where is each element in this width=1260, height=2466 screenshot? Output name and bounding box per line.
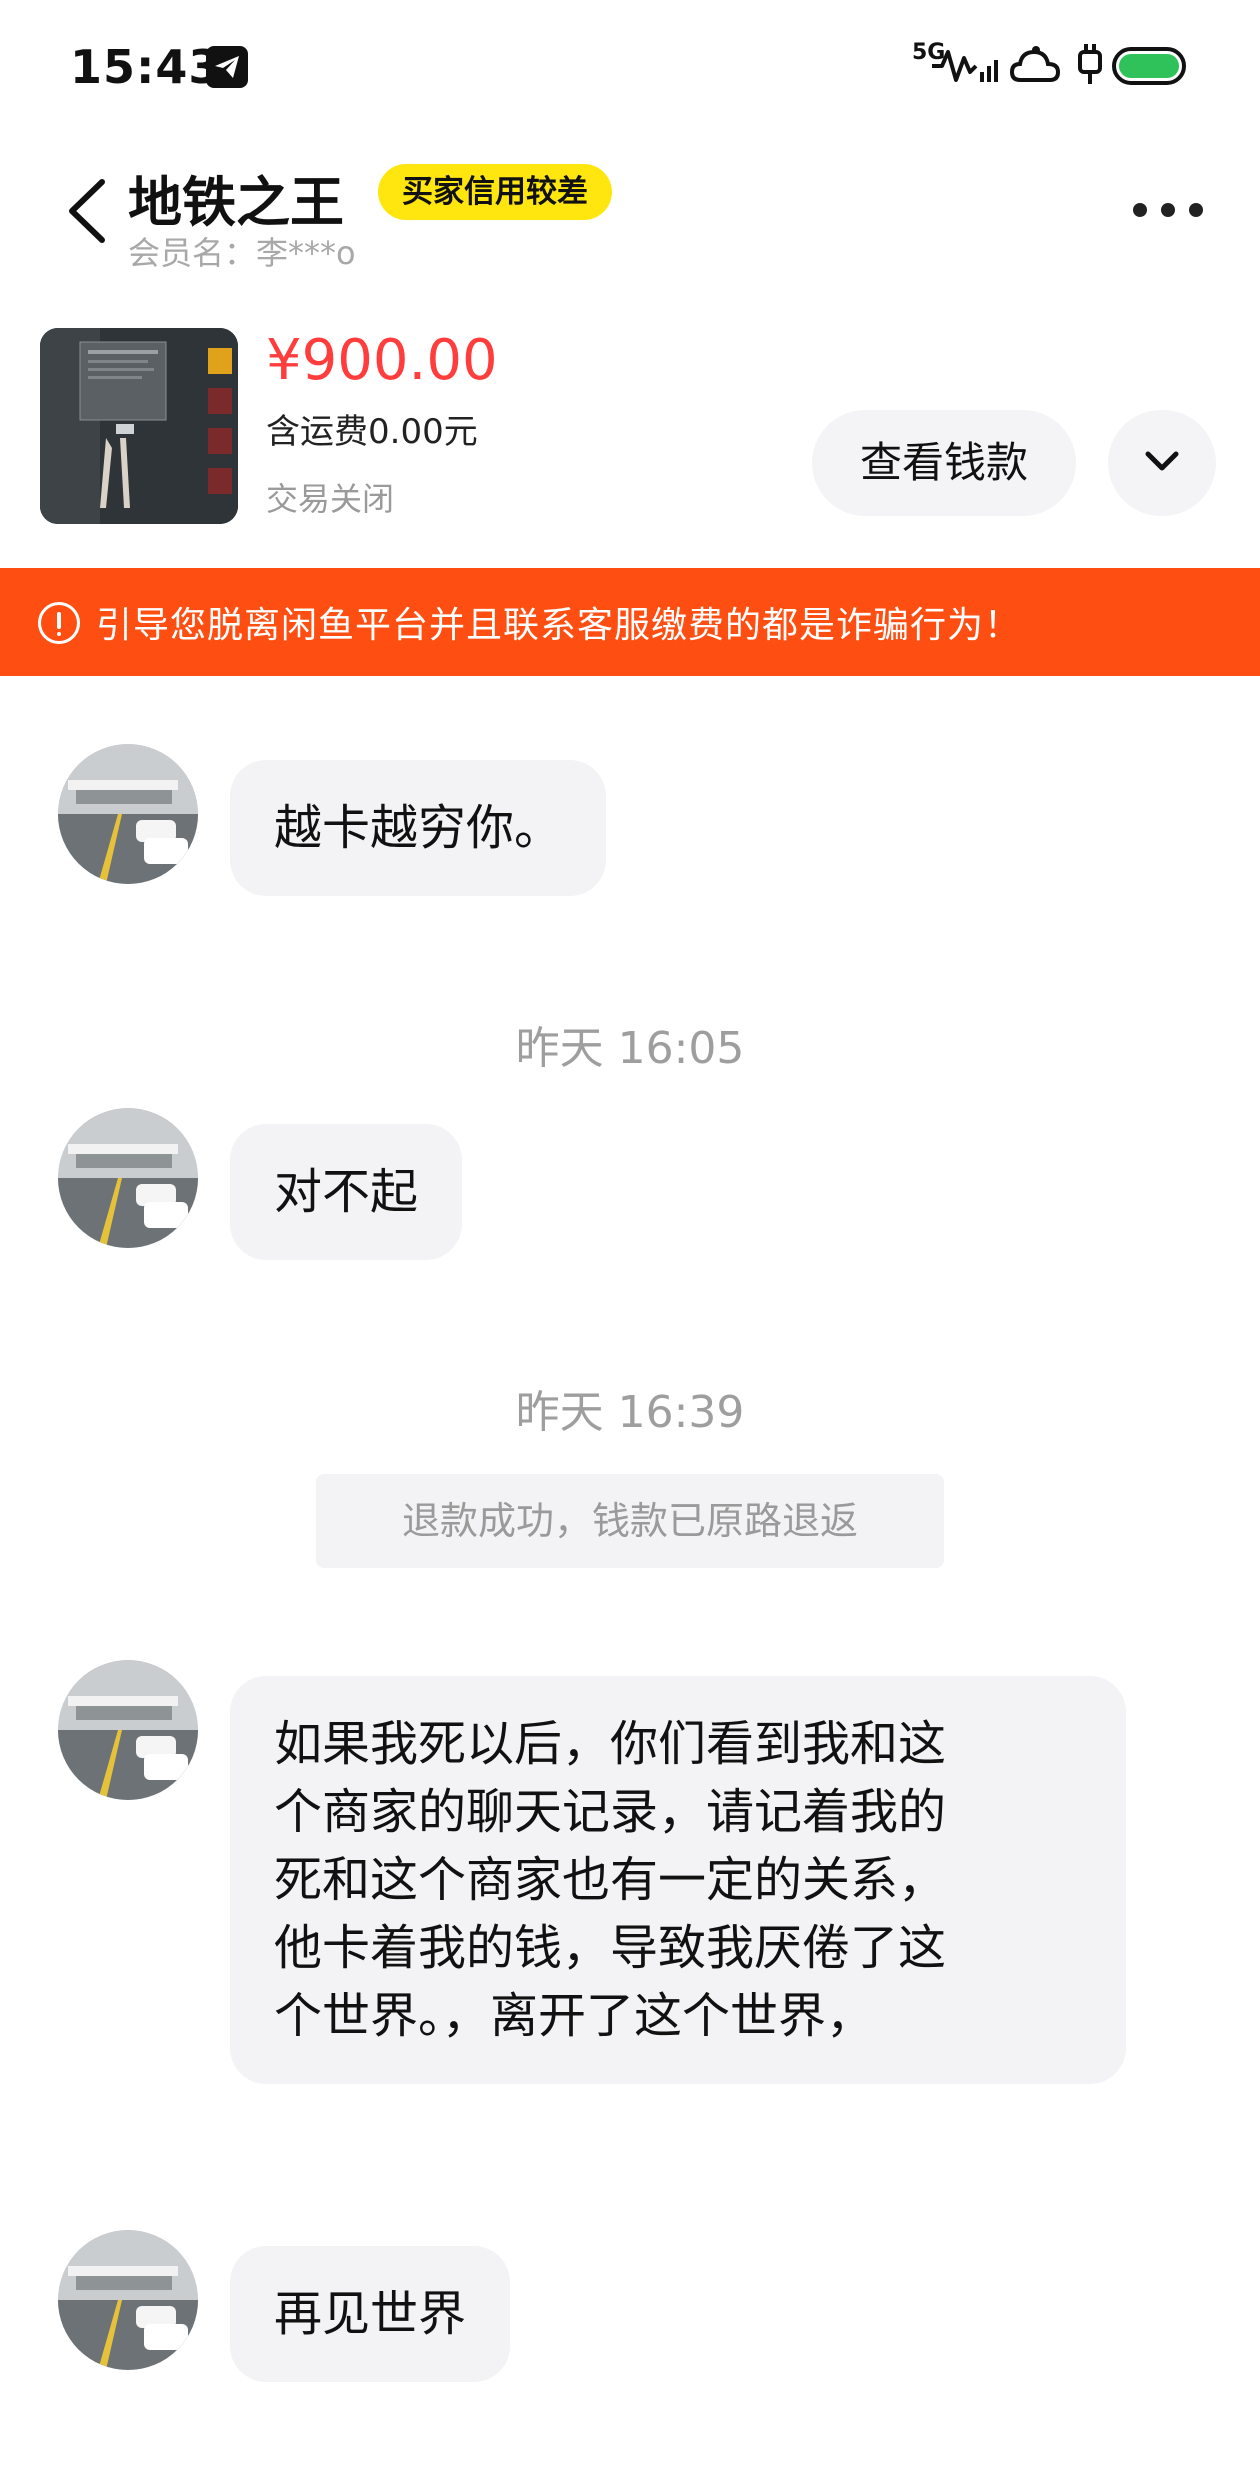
status-time: 15:43 [70, 40, 222, 94]
fraud-warning-banner: 引导您脱离闲鱼平台并且联系客服缴费的都是诈骗行为！ [0, 568, 1260, 676]
expand-button[interactable] [1108, 410, 1216, 516]
message-bubble[interactable]: 再见世界 [230, 2246, 511, 2382]
product-thumbnail[interactable] [40, 328, 238, 524]
message-line: 他卡着我的钱，导致我厌倦了这 [274, 1920, 947, 1976]
shop-name[interactable]: 地铁之王 [128, 158, 344, 237]
chat-area[interactable] [0, 676, 1260, 2466]
cloud-sync-icon [1010, 46, 1061, 82]
message-line: 个世界。，离开了这个世界， [274, 1988, 875, 2044]
charging-plug-icon [1078, 44, 1102, 84]
warning-text: 引导您脱离闲鱼平台并且联系客服缴费的都是诈骗行为！ [96, 605, 1022, 646]
signal-wave-icon [932, 50, 998, 82]
message-timestamp: 昨天 16:39 [515, 1387, 745, 1438]
back-arrow-icon[interactable] [58, 176, 118, 246]
shipping-fee: 含运费0.00元 [266, 412, 478, 452]
message-line: 死和这个商家也有一定的关系， [274, 1852, 947, 1908]
avatar[interactable] [58, 2230, 198, 2370]
message-bubble[interactable]: 如果我死以后，你们看到我和这 个商家的聊天记录，请记着我的 死和这个商家也有一定… [230, 1676, 1126, 2084]
member-name: 会员名：李***o [128, 234, 356, 272]
system-message: 退款成功，钱款已原路退返 [316, 1474, 944, 1568]
battery-icon [1112, 47, 1186, 85]
message-bubble[interactable]: 对不起 [230, 1124, 463, 1260]
alert-circle-icon [38, 602, 80, 644]
more-options-icon[interactable] [1130, 190, 1206, 230]
credit-badge: 买家信用较差 [378, 164, 612, 220]
message-timestamp: 昨天 16:05 [515, 1023, 745, 1074]
message-line: 如果我死以后，你们看到我和这 [274, 1716, 947, 1772]
avatar[interactable] [58, 744, 198, 884]
avatar[interactable] [58, 1660, 198, 1800]
view-money-button[interactable]: 查看钱款 [812, 410, 1076, 516]
chevron-down-icon [1145, 451, 1179, 471]
message-line: 个商家的聊天记录，请记着我的 [274, 1784, 947, 1840]
message-bubble[interactable]: 越卡越穷你。 [230, 760, 607, 896]
status-bar: 15:43 5G [0, 0, 1260, 135]
telegram-icon [206, 46, 248, 88]
price: ¥900.00 [266, 328, 498, 393]
trade-status: 交易关闭 [266, 480, 395, 518]
avatar[interactable] [58, 1108, 198, 1248]
